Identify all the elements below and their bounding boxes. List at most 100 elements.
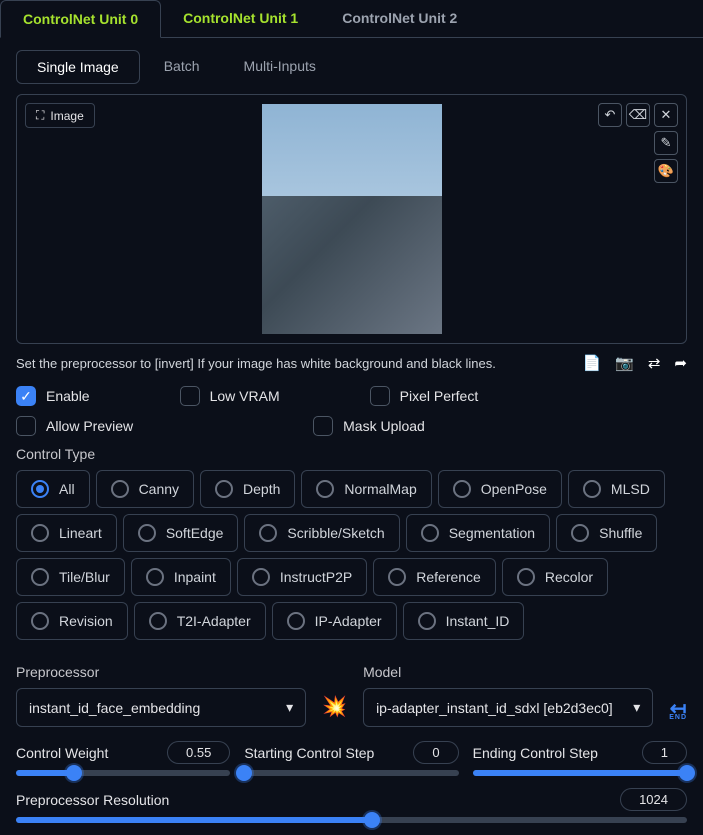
radio-icon [418, 612, 436, 630]
start-step-label: Starting Control Step [244, 745, 374, 761]
control-type-t2i-adapter[interactable]: T2I-Adapter [134, 602, 266, 640]
control-type-softedge[interactable]: SoftEdge [123, 514, 239, 552]
control-weight-slider[interactable] [16, 770, 230, 776]
palette-icon[interactable]: 🎨 [654, 159, 678, 183]
control-type-label: MLSD [611, 481, 650, 497]
radio-icon [388, 568, 406, 586]
control-weight-value[interactable]: 0.55 [167, 741, 230, 764]
draw-icon[interactable]: ✎ [654, 131, 678, 155]
control-type-label: Scribble/Sketch [287, 525, 384, 541]
mask-upload-checkbox[interactable]: Mask Upload [313, 416, 425, 436]
control-type-label: Revision [59, 613, 113, 629]
input-mode-tabs: Single Image Batch Multi-Inputs [16, 50, 687, 84]
low-vram-label: Low VRAM [210, 388, 280, 404]
control-type-canny[interactable]: Canny [96, 470, 194, 508]
undo-icon[interactable]: ↶ [598, 103, 622, 127]
run-preprocessor-button[interactable]: 💥 [322, 694, 347, 727]
end-step-value[interactable]: 1 [642, 741, 687, 764]
control-type-reference[interactable]: Reference [373, 558, 496, 596]
radio-icon [138, 524, 156, 542]
resolution-slider[interactable] [16, 817, 687, 823]
new-canvas-icon[interactable]: 📄 [582, 354, 601, 372]
resolution-value[interactable]: 1024 [620, 788, 687, 811]
control-type-label: Lineart [59, 525, 102, 541]
image-icon: ⛶ [36, 108, 44, 123]
checkbox-icon [180, 386, 200, 406]
control-type-lineart[interactable]: Lineart [16, 514, 117, 552]
start-step-slider[interactable] [244, 770, 458, 776]
checkbox-icon [313, 416, 333, 436]
image-drop-area[interactable]: ⛶ Image ↶ ⌫ ✕ ✎ 🎨 [16, 94, 687, 344]
mask-upload-label: Mask Upload [343, 418, 425, 434]
control-type-label: Inpaint [174, 569, 216, 585]
chevron-down-icon: ▾ [633, 699, 640, 716]
control-type-label: Depth [243, 481, 280, 497]
control-type-label: Shuffle [599, 525, 642, 541]
controlnet-unit-tabs: ControlNet Unit 0 ControlNet Unit 1 Cont… [0, 0, 703, 38]
radio-icon [31, 524, 49, 542]
pixel-perfect-label: Pixel Perfect [400, 388, 479, 404]
tab-multi-inputs[interactable]: Multi-Inputs [224, 50, 336, 84]
control-type-scribble-sketch[interactable]: Scribble/Sketch [244, 514, 399, 552]
send-icon[interactable]: ➦ [674, 354, 687, 372]
preprocessor-label: Preprocessor [16, 664, 306, 680]
webcam-icon[interactable]: 📷 [615, 354, 634, 372]
radio-icon [31, 568, 49, 586]
control-type-label: Control Type [16, 446, 687, 462]
checkbox-icon [16, 416, 36, 436]
model-select[interactable]: ip-adapter_instant_id_sdxl [eb2d3ec0] ▾ [363, 688, 653, 727]
refresh-models-button[interactable]: ↤END [669, 702, 687, 727]
control-type-instructp2p[interactable]: InstructP2P [237, 558, 367, 596]
enable-checkbox[interactable]: ✓ Enable [16, 386, 90, 406]
tab-unit-1[interactable]: ControlNet Unit 1 [161, 0, 320, 37]
radio-icon [259, 524, 277, 542]
pixel-perfect-checkbox[interactable]: Pixel Perfect [370, 386, 479, 406]
control-type-instant-id[interactable]: Instant_ID [403, 602, 525, 640]
control-type-all[interactable]: All [16, 470, 90, 508]
start-step-value[interactable]: 0 [413, 741, 458, 764]
control-type-label: Tile/Blur [59, 569, 110, 585]
tab-unit-0[interactable]: ControlNet Unit 0 [0, 0, 161, 38]
radio-icon [453, 480, 471, 498]
image-chip-label: Image [50, 109, 83, 123]
control-type-label: SoftEdge [166, 525, 224, 541]
control-type-shuffle[interactable]: Shuffle [556, 514, 657, 552]
control-type-label: Recolor [545, 569, 593, 585]
image-chip[interactable]: ⛶ Image [25, 103, 95, 128]
control-type-label: Reference [416, 569, 481, 585]
control-type-label: InstructP2P [280, 569, 352, 585]
low-vram-checkbox[interactable]: Low VRAM [180, 386, 280, 406]
control-type-normalmap[interactable]: NormalMap [301, 470, 431, 508]
control-type-ip-adapter[interactable]: IP-Adapter [272, 602, 397, 640]
clear-icon[interactable]: ⌫ [626, 103, 650, 127]
preprocessor-value: instant_id_face_embedding [29, 700, 200, 716]
chevron-down-icon: ▾ [286, 699, 293, 716]
radio-icon [316, 480, 334, 498]
control-type-openpose[interactable]: OpenPose [438, 470, 562, 508]
control-type-mlsd[interactable]: MLSD [568, 470, 665, 508]
preprocessor-select[interactable]: instant_id_face_embedding ▾ [16, 688, 306, 727]
control-type-recolor[interactable]: Recolor [502, 558, 608, 596]
control-type-inpaint[interactable]: Inpaint [131, 558, 231, 596]
end-step-slider[interactable] [473, 770, 687, 776]
tab-single-image[interactable]: Single Image [16, 50, 140, 84]
preprocessor-hint: Set the preprocessor to [invert] If your… [16, 356, 496, 371]
checkbox-icon: ✓ [16, 386, 36, 406]
control-type-tile-blur[interactable]: Tile/Blur [16, 558, 125, 596]
radio-icon [421, 524, 439, 542]
radio-icon [146, 568, 164, 586]
swap-icon[interactable]: ⇄ [648, 354, 661, 372]
control-type-label: All [59, 481, 75, 497]
radio-icon [149, 612, 167, 630]
tab-unit-2[interactable]: ControlNet Unit 2 [320, 0, 479, 37]
radio-icon [31, 612, 49, 630]
enable-label: Enable [46, 388, 90, 404]
control-type-revision[interactable]: Revision [16, 602, 128, 640]
tab-batch[interactable]: Batch [144, 50, 220, 84]
close-icon[interactable]: ✕ [654, 103, 678, 127]
control-type-label: NormalMap [344, 481, 416, 497]
allow-preview-checkbox[interactable]: Allow Preview [16, 416, 133, 436]
control-type-depth[interactable]: Depth [200, 470, 295, 508]
control-type-segmentation[interactable]: Segmentation [406, 514, 550, 552]
control-type-label: Canny [139, 481, 179, 497]
